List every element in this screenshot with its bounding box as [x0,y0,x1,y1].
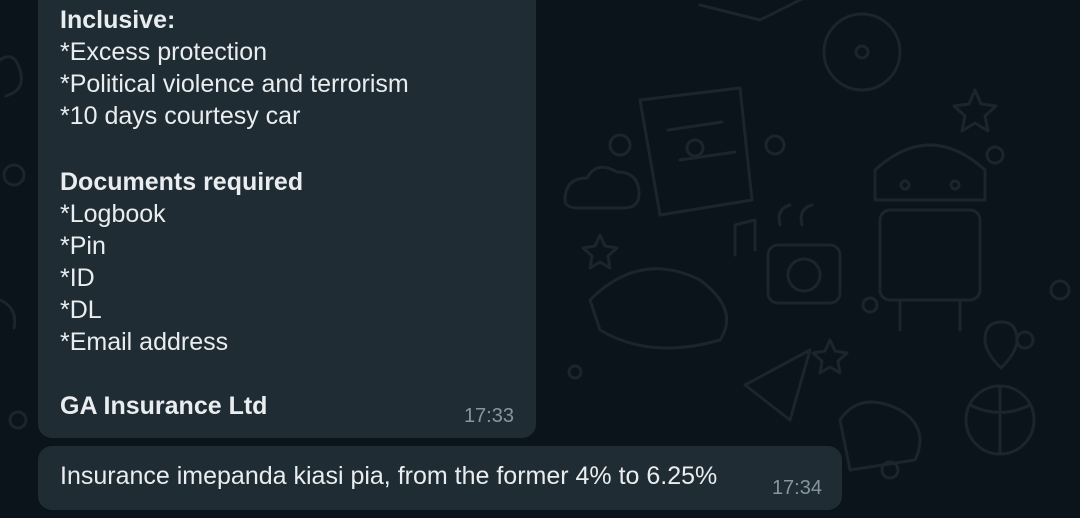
message-text-line: Documents required [60,168,304,196]
message-text-line: *Logbook [60,200,166,228]
message-timestamp: 17:33 [463,405,514,427]
message-text: Insurance imepanda kiasi pia, from the f… [60,462,718,490]
android-doodle-icon [873,143,987,202]
message-text-line: *Political violence and terrorism [60,70,409,98]
incoming-message-bubble[interactable]: Inclusive: *Excess protection *Political… [38,0,536,438]
incoming-message-bubble[interactable]: Insurance imepanda kiasi pia, from the f… [38,446,842,510]
message-text-line: *DL [60,296,102,324]
paper-plane-doodle-icon [743,348,812,422]
message-text-line: *ID [60,264,95,292]
star-doodle-icon [952,88,998,133]
camera-doodle-icon [766,243,842,305]
message-text-line: *10 days courtesy car [60,102,301,130]
message-text-line: *Email address [60,328,229,356]
lips-doodle-icon [588,267,729,350]
message-timestamp: 17:34 [771,477,822,499]
bicycle-doodle-icon [822,12,902,92]
message-text-line: *Pin [60,232,106,260]
message-text-line: GA Insurance Ltd [60,392,268,420]
message-text-line: *Excess protection [60,38,268,66]
message-text-line: Inclusive: [60,6,176,34]
